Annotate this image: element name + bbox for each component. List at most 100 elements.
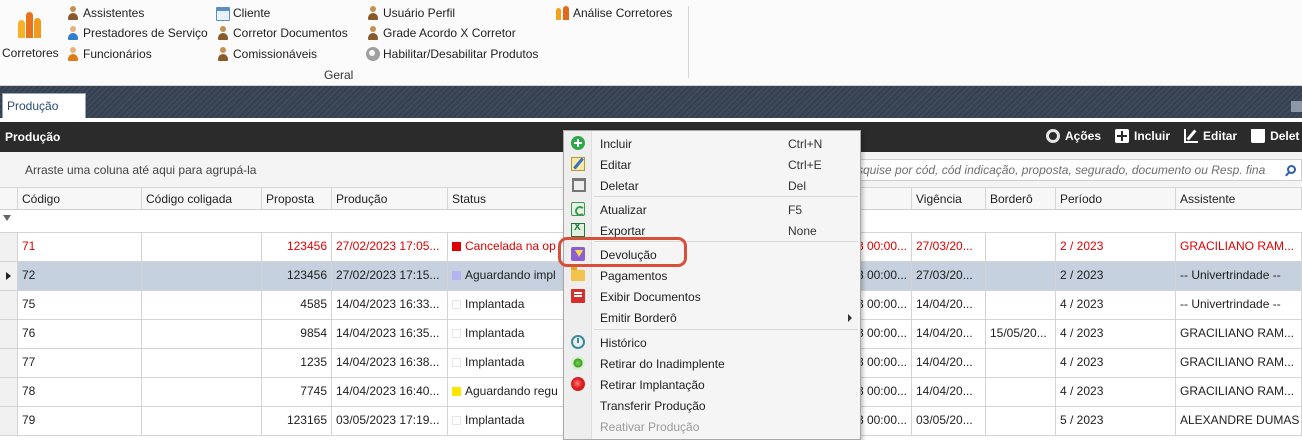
cell-periodo[interactable]: 4 / 2023 xyxy=(1056,291,1176,319)
row-indicator[interactable] xyxy=(0,291,18,319)
cell-periodo[interactable]: 2 / 2023 xyxy=(1056,262,1176,290)
cell-producao[interactable]: 03/05/2023 17:19... xyxy=(332,407,448,435)
cell-producao[interactable]: 27/02/2023 17:15... xyxy=(332,262,448,290)
cell-vigencia[interactable]: 14/04/20... xyxy=(912,378,986,406)
filter-icon[interactable] xyxy=(3,215,11,221)
row-indicator[interactable] xyxy=(0,407,18,435)
cell-codigo[interactable]: 72 xyxy=(18,262,142,290)
cell-periodo[interactable]: 2 / 2023 xyxy=(1056,233,1176,261)
cell-coligada[interactable] xyxy=(142,320,262,348)
cell-status[interactable]: Implantada xyxy=(448,407,564,435)
editar-button[interactable]: Editar xyxy=(1184,129,1237,143)
cell-codigo[interactable]: 76 xyxy=(18,320,142,348)
cell-codigo[interactable]: 75 xyxy=(18,291,142,319)
row-indicator[interactable] xyxy=(0,320,18,348)
menu-item-transferir-producao[interactable]: Transferir Produção xyxy=(564,395,860,416)
ribbon-habilitar-produtos[interactable]: Habilitar/Desabilitar Produtos xyxy=(366,46,538,62)
cell-status[interactable]: Implantada xyxy=(448,349,564,377)
cell-periodo[interactable]: 5 / 2023 xyxy=(1056,407,1176,435)
cell-bordero[interactable] xyxy=(986,378,1056,406)
cell-assistente[interactable]: GRACILIANO RAM... xyxy=(1176,320,1302,348)
ribbon-grade-acordo[interactable]: Grade Acordo X Corretor xyxy=(366,25,516,41)
cell-periodo[interactable]: 4 / 2023 xyxy=(1056,349,1176,377)
cell-coligada[interactable] xyxy=(142,233,262,261)
ribbon-comissionaveis[interactable]: Comissionáveis xyxy=(216,46,317,62)
ribbon-prestadores[interactable]: Prestadores de Serviço xyxy=(66,25,208,41)
cell-status[interactable]: Aguardando regu xyxy=(448,378,564,406)
column-header-vigencia[interactable]: Vigência xyxy=(912,188,986,210)
cell-assistente[interactable]: ALEXANDRE DUMAS xyxy=(1176,407,1302,435)
cell-vigencia[interactable]: 14/04/20... xyxy=(912,349,986,377)
cell-proposta[interactable]: 123456 xyxy=(262,233,332,261)
column-header-status[interactable]: Status xyxy=(448,188,564,210)
cell-producao[interactable]: 14/04/2023 16:38... xyxy=(332,349,448,377)
cell-codigo[interactable]: 71 xyxy=(18,233,142,261)
cell-coligada[interactable] xyxy=(142,378,262,406)
menu-item-editar[interactable]: Editar Ctrl+E xyxy=(564,154,860,175)
cell-assistente[interactable]: -- Univertrindade -- xyxy=(1176,262,1302,290)
row-indicator[interactable] xyxy=(0,262,18,290)
cell-bordero[interactable] xyxy=(986,407,1056,435)
column-header-proposta[interactable]: Proposta xyxy=(262,188,332,210)
row-indicator[interactable] xyxy=(0,349,18,377)
cell-periodo[interactable]: 4 / 2023 xyxy=(1056,320,1176,348)
menu-item-emitir-bordero[interactable]: Emitir Borderô xyxy=(564,307,860,328)
cell-proposta[interactable]: 4585 xyxy=(262,291,332,319)
menu-item-deletar[interactable]: Deletar Del xyxy=(564,175,860,196)
cell-bordero[interactable] xyxy=(986,262,1056,290)
acoes-button[interactable]: Ações xyxy=(1046,129,1101,143)
cell-proposta[interactable]: 9854 xyxy=(262,320,332,348)
menu-item-exibir-documentos[interactable]: Exibir Documentos xyxy=(564,286,860,307)
cell-proposta[interactable]: 123456 xyxy=(262,262,332,290)
ribbon-assistentes[interactable]: Assistentes xyxy=(66,5,144,21)
cell-proposta[interactable]: 123165 xyxy=(262,407,332,435)
menu-item-historico[interactable]: Histórico xyxy=(564,332,860,353)
cell-status[interactable]: Implantada xyxy=(448,291,564,319)
menu-item-reativar-producao[interactable]: Reativar Produção xyxy=(564,416,860,437)
cell-status[interactable]: Implantada xyxy=(448,320,564,348)
cell-vigencia[interactable]: 27/03/20... xyxy=(912,262,986,290)
corretores-button[interactable]: Corretores xyxy=(2,10,60,70)
cell-proposta[interactable]: 1235 xyxy=(262,349,332,377)
incluir-button[interactable]: Incluir xyxy=(1115,129,1170,143)
cell-status[interactable]: Aguardando impl xyxy=(448,262,564,290)
cell-assistente[interactable]: -- Univertrindade -- xyxy=(1176,291,1302,319)
cell-codigo[interactable]: 78 xyxy=(18,378,142,406)
menu-item-atualizar[interactable]: Atualizar F5 xyxy=(564,199,860,220)
row-indicator[interactable] xyxy=(0,378,18,406)
column-header-codigo[interactable]: Código xyxy=(18,188,142,210)
menu-item-retirar-implantacao[interactable]: Retirar Implantação xyxy=(564,374,860,395)
menu-item-incluir[interactable]: Incluir Ctrl+N xyxy=(564,133,860,154)
cell-vigencia[interactable]: 14/04/20... xyxy=(912,320,986,348)
cell-coligada[interactable] xyxy=(142,291,262,319)
cell-bordero[interactable] xyxy=(986,291,1056,319)
cell-bordero[interactable]: 15/05/20... xyxy=(986,320,1056,348)
column-header-assistente[interactable]: Assistente xyxy=(1176,188,1302,210)
search-input[interactable]: squise por cód, cód indicação, proposta,… xyxy=(852,159,1302,181)
column-header-codigo-coligada[interactable]: Código coligada xyxy=(142,188,262,210)
cell-producao[interactable]: 14/04/2023 16:33... xyxy=(332,291,448,319)
cell-producao[interactable]: 14/04/2023 16:35... xyxy=(332,320,448,348)
column-header-periodo[interactable]: Período xyxy=(1056,188,1176,210)
cell-vigencia[interactable]: 27/03/20... xyxy=(912,233,986,261)
column-header-bordero[interactable]: Borderô xyxy=(986,188,1056,210)
menu-item-pagamentos[interactable]: Pagamentos xyxy=(564,265,860,286)
cell-producao[interactable]: 27/02/2023 17:05... xyxy=(332,233,448,261)
ribbon-cliente[interactable]: Cliente xyxy=(216,5,270,21)
cell-assistente[interactable]: GRACILIANO RAM... xyxy=(1176,349,1302,377)
deletar-button[interactable]: Delet xyxy=(1251,129,1299,143)
cell-status[interactable]: Cancelada na op xyxy=(448,233,564,261)
cell-coligada[interactable] xyxy=(142,407,262,435)
menu-item-retirar-do-inadimplente[interactable]: Retirar do Inadimplente xyxy=(564,353,860,374)
ribbon-analise-corretores[interactable]: Análise Corretores xyxy=(556,5,672,21)
tab-scroll-icon[interactable] xyxy=(1291,101,1302,112)
cell-vigencia[interactable]: 03/05/20... xyxy=(912,407,986,435)
cell-assistente[interactable]: GRACILIANO RAM... xyxy=(1176,233,1302,261)
tab-producao[interactable]: Produção xyxy=(2,93,86,118)
cell-codigo[interactable]: 79 xyxy=(18,407,142,435)
cell-bordero[interactable] xyxy=(986,349,1056,377)
ribbon-usuario-perfil[interactable]: Usuário Perfil xyxy=(366,5,455,21)
cell-coligada[interactable] xyxy=(142,262,262,290)
column-header-producao[interactable]: Produção xyxy=(332,188,448,210)
ribbon-corretor-documentos[interactable]: Corretor Documentos xyxy=(216,25,348,41)
